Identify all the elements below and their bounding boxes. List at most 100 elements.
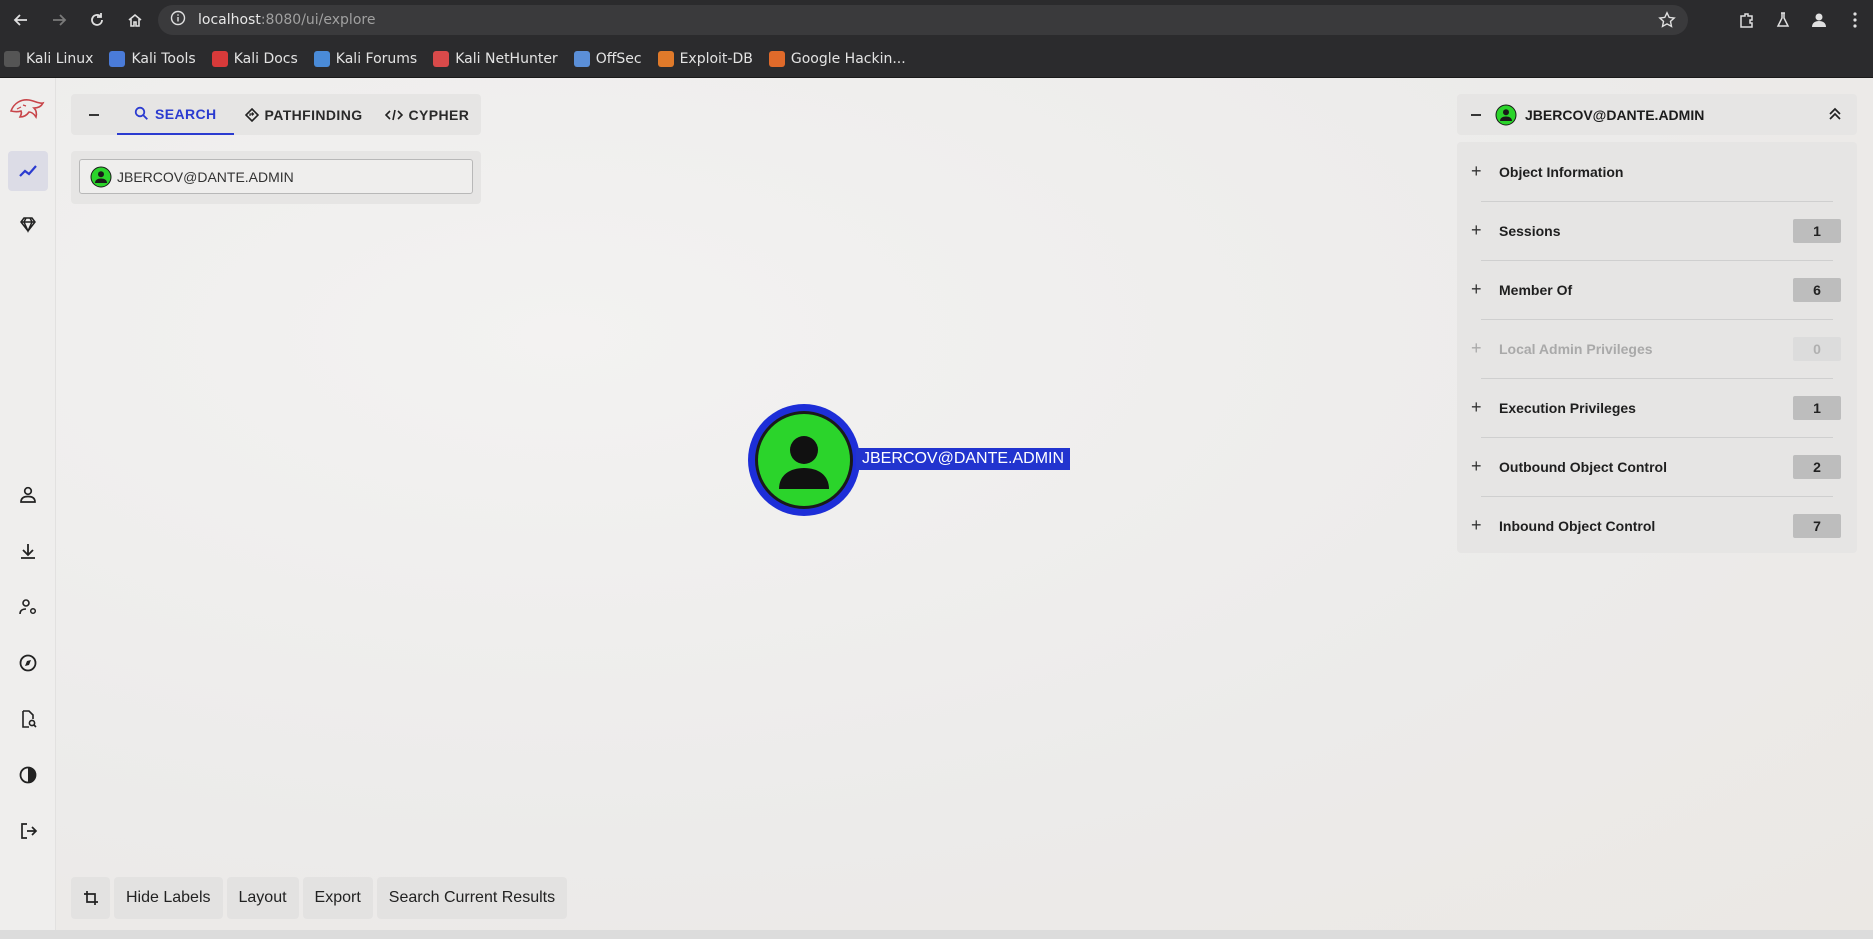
bookmark-label: Kali NetHunter <box>455 50 558 67</box>
profile-icon[interactable] <box>1801 0 1837 40</box>
bookmark-google-hacking[interactable]: Google Hackin... <box>768 50 906 67</box>
entity-panel-body: + Object Information + Sessions 1 + Memb… <box>1457 142 1857 553</box>
user-node-icon <box>1495 104 1517 125</box>
section-member-of[interactable]: + Member Of 6 <box>1457 260 1857 319</box>
extensions-icon[interactable] <box>1729 0 1765 40</box>
bookmark-label: Kali Forums <box>335 50 418 67</box>
code-icon <box>384 109 403 120</box>
ghdb-icon <box>768 50 785 67</box>
user-node-icon <box>90 166 112 187</box>
bookmark-kali-forums[interactable]: Kali Forums <box>313 50 418 67</box>
kali-docs-icon <box>211 50 228 67</box>
entity-collapse-button[interactable] <box>1457 94 1495 135</box>
count-badge: 1 <box>1793 218 1841 243</box>
section-label: Object Information <box>1499 163 1624 180</box>
nav-theme-toggle-icon[interactable] <box>8 755 48 795</box>
search-input[interactable]: JBERCOV@DANTE.ADMIN <box>79 159 473 194</box>
plus-icon: + <box>1471 515 1482 535</box>
export-button[interactable]: Export <box>302 877 373 919</box>
nav-user-settings-icon[interactable] <box>8 587 48 627</box>
site-info-icon[interactable] <box>170 10 186 31</box>
graph-controls: Hide Labels Layout Export Search Current… <box>71 877 568 919</box>
nav-logout-icon[interactable] <box>8 811 48 851</box>
section-sessions[interactable]: + Sessions 1 <box>1457 201 1857 260</box>
bookmark-star-icon[interactable] <box>1658 11 1676 34</box>
section-label: Sessions <box>1499 222 1561 239</box>
count-badge: 6 <box>1793 277 1841 302</box>
nav-compass-icon[interactable] <box>8 643 48 683</box>
entity-panel-header: JBERCOV@DANTE.ADMIN <box>1457 94 1857 135</box>
crop-icon <box>83 891 98 905</box>
home-icon[interactable] <box>118 3 152 37</box>
tab-cypher-label: CYPHER <box>408 106 470 123</box>
search-panel: JBERCOV@DANTE.ADMIN <box>71 151 481 204</box>
graph-user-node[interactable] <box>748 404 860 516</box>
section-label: Execution Privileges <box>1499 399 1636 416</box>
section-label: Local Admin Privileges <box>1499 340 1653 357</box>
bookmark-kali-docs[interactable]: Kali Docs <box>211 50 298 67</box>
url-host: localhost <box>198 12 261 28</box>
bloodhound-logo-icon[interactable] <box>8 90 48 130</box>
nav-doc-search-icon[interactable] <box>8 699 48 739</box>
section-outbound-object-control[interactable]: + Outbound Object Control 2 <box>1457 437 1857 496</box>
nav-attack-paths-icon[interactable] <box>8 205 48 245</box>
search-icon <box>134 106 148 120</box>
address-bar[interactable]: localhost:8080/ui/explore <box>158 5 1688 35</box>
tab-search-label: SEARCH <box>155 105 217 122</box>
layout-button[interactable]: Layout <box>226 877 299 919</box>
nav-profile-icon[interactable] <box>8 475 48 515</box>
section-label: Outbound Object Control <box>1499 458 1667 475</box>
nethunter-icon <box>433 50 450 67</box>
forward-icon[interactable] <box>42 3 76 37</box>
bookmark-exploit-db[interactable]: Exploit-DB <box>657 50 753 67</box>
back-icon[interactable] <box>4 3 38 37</box>
count-badge: 0 <box>1793 336 1841 361</box>
search-value: JBERCOV@DANTE.ADMIN <box>117 168 294 185</box>
bookmark-offsec[interactable]: OffSec <box>573 50 642 67</box>
graph-node-label[interactable]: JBERCOV@DANTE.ADMIN <box>856 448 1071 470</box>
nav-explore-icon[interactable] <box>8 151 48 191</box>
bottom-edge <box>0 930 1873 939</box>
section-inbound-object-control[interactable]: + Inbound Object Control 7 <box>1457 496 1857 555</box>
section-execution-privileges[interactable]: + Execution Privileges 1 <box>1457 378 1857 437</box>
section-object-information[interactable]: + Object Information <box>1457 142 1857 201</box>
tab-pathfinding[interactable]: PATHFINDING <box>234 94 374 135</box>
user-node-icon <box>758 414 850 506</box>
hide-labels-button[interactable]: Hide Labels <box>114 877 223 919</box>
section-local-admin-privileges: + Local Admin Privileges 0 <box>1457 319 1857 378</box>
search-current-results-button[interactable]: Search Current Results <box>376 877 568 919</box>
bookmark-kali-tools[interactable]: Kali Tools <box>109 50 196 67</box>
bookmark-label: Exploit-DB <box>679 50 753 67</box>
app-canvas[interactable]: SEARCH PATHFINDING CYPHER JBERCOV@DANTE.… <box>0 78 1873 939</box>
plus-icon: + <box>1471 456 1482 476</box>
reload-icon[interactable] <box>80 3 114 37</box>
double-chevron-up-icon[interactable] <box>1827 106 1843 127</box>
kali-forums-icon <box>313 50 330 67</box>
bookmark-label: Kali Docs <box>233 50 298 67</box>
plus-icon: + <box>1471 397 1482 417</box>
nav-download-icon[interactable] <box>8 531 48 571</box>
plus-icon: + <box>1471 279 1482 299</box>
plus-icon: + <box>1471 161 1482 181</box>
side-nav <box>0 78 56 939</box>
tab-cypher[interactable]: CYPHER <box>374 94 481 135</box>
collapse-search-button[interactable] <box>71 94 117 135</box>
section-label: Member Of <box>1499 281 1573 298</box>
bookmark-kali-linux[interactable]: Kali Linux <box>4 50 93 67</box>
url-text: localhost:8080/ui/explore <box>198 12 375 28</box>
section-label: Inbound Object Control <box>1499 517 1656 534</box>
crop-button[interactable] <box>71 877 110 919</box>
bookmark-label: Google Hackin... <box>790 50 906 67</box>
kali-tools-icon <box>109 50 126 67</box>
entity-title: JBERCOV@DANTE.ADMIN <box>1525 106 1705 123</box>
kali-dragon-icon <box>4 50 20 67</box>
browser-menu-icon[interactable] <box>1837 0 1873 40</box>
tab-search[interactable]: SEARCH <box>117 94 234 135</box>
offsec-icon <box>573 50 590 67</box>
node-border <box>755 411 853 509</box>
labs-flask-icon[interactable] <box>1765 0 1801 40</box>
plus-icon: + <box>1471 220 1482 240</box>
route-diamond-icon <box>244 107 259 122</box>
count-badge: 2 <box>1793 454 1841 479</box>
bookmark-kali-nethunter[interactable]: Kali NetHunter <box>433 50 558 67</box>
